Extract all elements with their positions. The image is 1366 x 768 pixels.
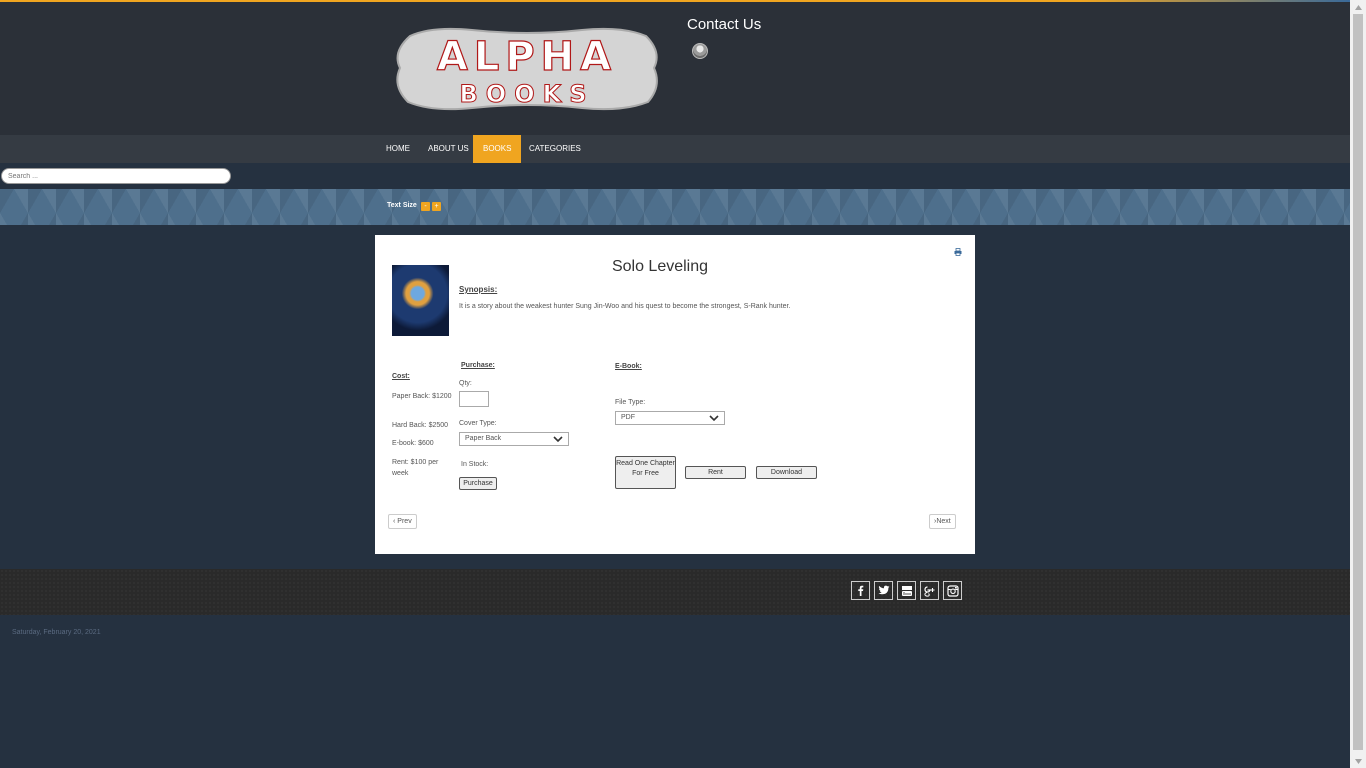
chevron-left-icon: ‹: [393, 518, 396, 525]
footer-date: Saturday, February 20, 2021: [12, 629, 101, 636]
qty-label: Qty:: [459, 380, 472, 387]
download-button[interactable]: Download: [756, 466, 817, 479]
search-input[interactable]: [1, 168, 231, 184]
text-size-decrease-button[interactable]: -: [421, 202, 430, 211]
prev-label: Prev: [397, 518, 412, 525]
main-nav: HOME ABOUT US BOOKS CATEGORIES: [0, 135, 1350, 163]
vertical-scrollbar[interactable]: [1350, 0, 1366, 768]
alpha-books-logo[interactable]: ALPHA BOOKS: [392, 22, 662, 114]
youtube-icon[interactable]: [897, 581, 916, 600]
print-icon[interactable]: [954, 248, 962, 256]
purchase-button[interactable]: Purchase: [459, 477, 497, 490]
book-cover-image: [392, 265, 449, 336]
file-type-select[interactable]: PDF: [615, 411, 725, 425]
site-footer: [0, 569, 1350, 615]
ebook-heading: E-Book:: [615, 363, 642, 370]
cover-type-label: Cover Type:: [459, 420, 497, 427]
nav-item-categories[interactable]: CATEGORIES: [519, 135, 591, 163]
chevron-down-icon: [553, 436, 563, 443]
contact-us-link[interactable]: Contact Us: [687, 16, 761, 33]
prev-button[interactable]: ‹ Prev: [388, 514, 417, 529]
chevron-down-icon: [709, 415, 719, 422]
page: ALPHA BOOKS Contact Us HOME ABOUT US BOO…: [0, 0, 1350, 768]
purchase-heading: Purchase:: [461, 362, 495, 369]
synopsis-heading: Synopsis:: [459, 285, 498, 294]
scrollbar-thumb[interactable]: [1353, 14, 1363, 750]
facebook-icon[interactable]: [851, 581, 870, 600]
cost-hardback: Hard Back: $2500: [392, 422, 449, 429]
in-stock-label: In Stock:: [461, 461, 489, 468]
site-header: [0, 2, 1350, 135]
nav-item-about-us[interactable]: ABOUT US: [418, 135, 479, 163]
rent-button[interactable]: Rent: [685, 466, 746, 479]
instagram-icon[interactable]: [943, 581, 962, 600]
text-size-label: Text Size: [387, 202, 417, 209]
synopsis-text: It is a story about the weakest hunter S…: [459, 303, 791, 310]
twitter-icon[interactable]: [874, 581, 893, 600]
file-type-value: PDF: [621, 414, 635, 421]
cost-paperback: Paper Back: $1200: [392, 393, 452, 400]
next-button[interactable]: ›Next: [929, 514, 956, 529]
svg-text:BOOKS: BOOKS: [460, 80, 595, 108]
scroll-up-arrow-icon[interactable]: [1350, 0, 1366, 14]
cost-rent: Rent: $100 per week: [392, 459, 439, 477]
qty-input[interactable]: [459, 391, 489, 407]
nav-item-home[interactable]: HOME: [376, 135, 420, 163]
user-avatar-icon[interactable]: [692, 43, 708, 59]
text-size-increase-button[interactable]: +: [432, 202, 441, 211]
cost-ebook: E-book: $600: [392, 440, 434, 447]
text-size-band: [0, 189, 1350, 225]
read-free-chapter-button[interactable]: Read One Chapter For Free: [615, 456, 676, 489]
cover-type-select[interactable]: Paper Back: [459, 432, 569, 446]
cover-type-value: Paper Back: [465, 435, 502, 442]
google-plus-icon[interactable]: [920, 581, 939, 600]
file-type-label: File Type:: [615, 399, 646, 406]
book-title: Solo Leveling: [611, 258, 709, 275]
next-label: Next: [936, 518, 951, 525]
nav-item-books[interactable]: BOOKS: [473, 135, 522, 163]
cost-heading: Cost:: [392, 373, 410, 380]
scroll-down-arrow-icon[interactable]: [1350, 754, 1366, 768]
svg-text:ALPHA: ALPHA: [437, 34, 617, 80]
